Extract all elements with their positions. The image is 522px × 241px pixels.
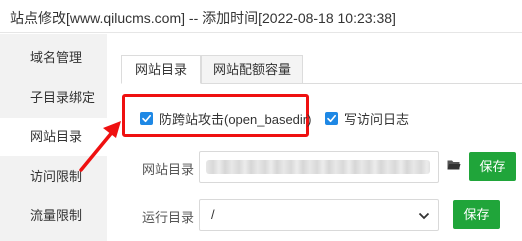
access-log-label: 写访问日志 <box>344 112 410 127</box>
sidebar: 域名管理 子目录绑定 网站目录 访问限制 流量限制 <box>0 34 107 241</box>
site-dir-value-redacted <box>206 160 430 174</box>
sidebar-item-subdir[interactable]: 子目录绑定 <box>0 79 107 117</box>
dialog-title: 站点修改[www.qilucms.com] -- 添加时间[2022-08-18… <box>10 10 396 26</box>
check-icon <box>140 112 153 125</box>
access-log-checkbox[interactable]: 写访问日志 <box>325 109 409 128</box>
run-dir-label: 运行目录 <box>142 210 195 225</box>
tab-site-dir[interactable]: 网站目录 <box>121 55 201 84</box>
anti-cross-checkbox[interactable]: 防跨站攻击(open_basedir) <box>140 109 311 128</box>
sidebar-item-domain[interactable]: 域名管理 <box>0 39 107 77</box>
dialog-titlebar: 站点修改[www.qilucms.com] -- 添加时间[2022-08-18… <box>0 0 522 33</box>
check-icon <box>325 112 338 125</box>
sidebar-item-access-limit[interactable]: 访问限制 <box>0 158 107 196</box>
sidebar-item-site-dir[interactable]: 网站目录 <box>0 118 107 156</box>
folder-icon[interactable] <box>447 159 461 171</box>
run-dir-value: / <box>211 207 215 222</box>
chevron-down-icon <box>418 212 430 220</box>
tab-quota[interactable]: 网站配额容量 <box>201 55 303 84</box>
anti-cross-label: 防跨站攻击(open_basedir) <box>159 112 312 127</box>
save-site-dir-button[interactable]: 保存 <box>469 152 516 181</box>
save-run-dir-button[interactable]: 保存 <box>453 200 500 229</box>
run-dir-select[interactable]: / <box>199 199 439 231</box>
site-dir-label: 网站目录 <box>142 162 195 177</box>
sidebar-item-traffic-limit[interactable]: 流量限制 <box>0 197 107 235</box>
